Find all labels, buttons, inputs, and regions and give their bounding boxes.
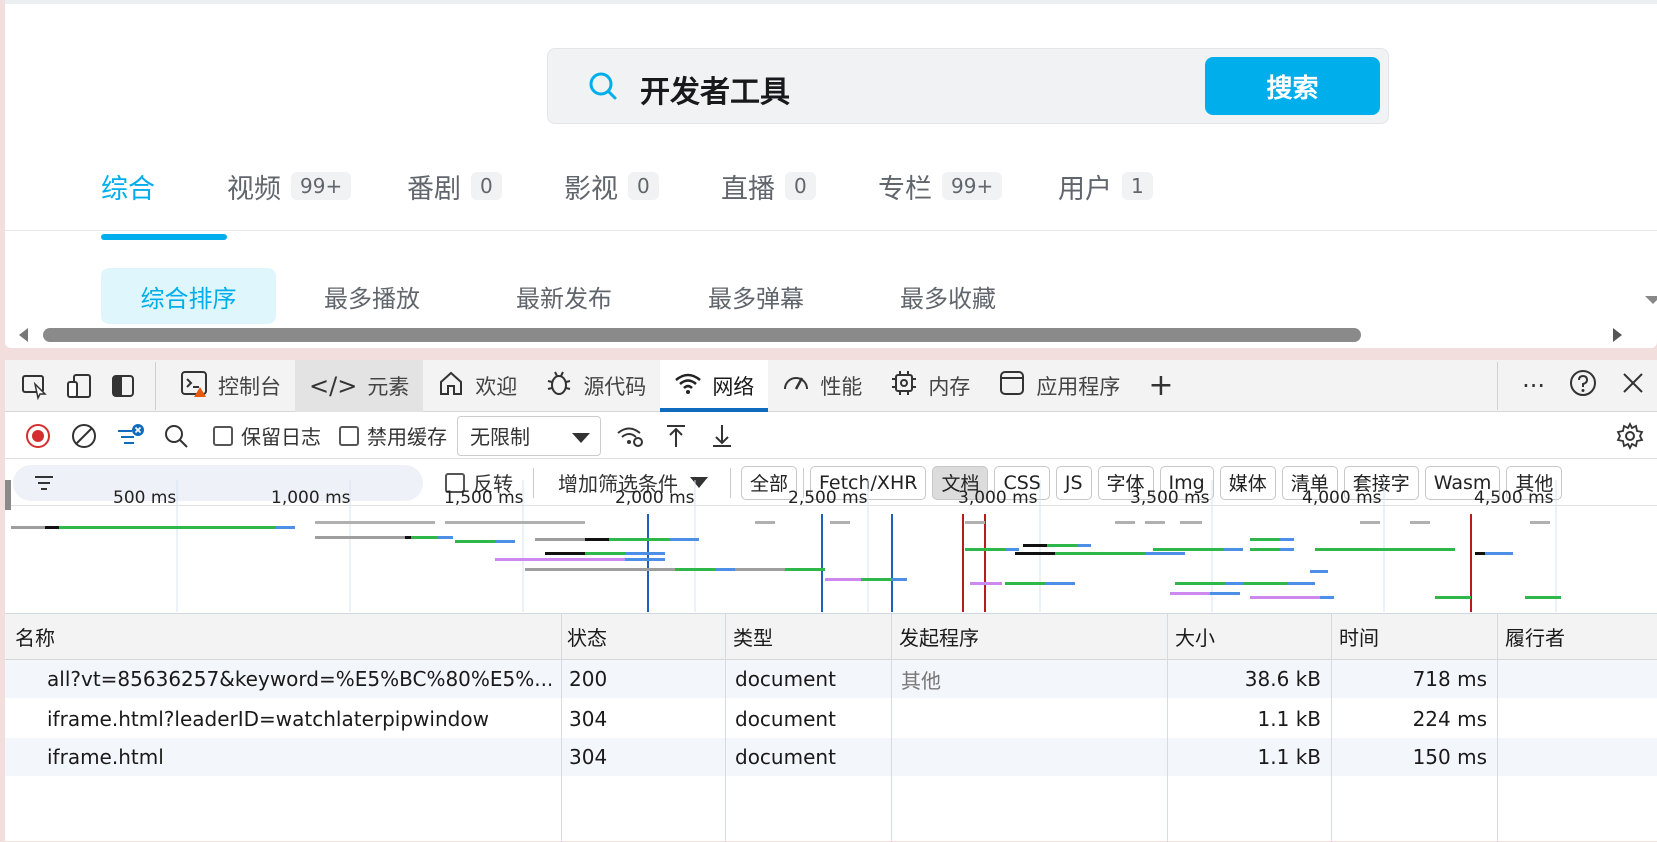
devtools-tabbar: 控制台 </> 元素 欢迎 源代码 网络 性能 内存 应用程序 + ··· <box>5 359 1657 412</box>
tab-live[interactable]: 直播 0 <box>721 166 878 206</box>
tab-separator <box>155 361 156 410</box>
help-icon[interactable] <box>1569 369 1597 403</box>
search-box[interactable]: 开发者工具 搜索 <box>547 48 1389 124</box>
timeline-tick: 2,500 ms <box>788 488 868 508</box>
scroll-right-icon[interactable] <box>1613 328 1622 342</box>
preserve-log-checkbox[interactable]: 保留日志 <box>213 421 321 450</box>
sort-options: 综合排序 最多播放 最新发布 最多弹幕 最多收藏 <box>101 268 1044 324</box>
web-page: 开发者工具 搜索 综合 视频 99+ 番剧 0 影视 0 直播 0 专栏 99+ 用户 1 … <box>5 0 1657 348</box>
tab-count: 99+ <box>291 172 352 200</box>
clear-icon[interactable] <box>61 415 107 457</box>
sort-newest[interactable]: 最新发布 <box>468 268 660 324</box>
home-icon <box>437 369 465 403</box>
throttle-select[interactable]: 无限制 <box>457 415 601 456</box>
plus-icon: + <box>1148 368 1174 403</box>
sort-most-danmaku[interactable]: 最多弹幕 <box>660 268 852 324</box>
timeline-tick: 3,000 ms <box>958 488 1038 508</box>
search-input[interactable]: 开发者工具 <box>640 67 790 111</box>
disable-cache-checkbox[interactable]: 禁用缓存 <box>339 421 447 450</box>
result-tabs: 综合 视频 99+ 番剧 0 影视 0 直播 0 专栏 99+ 用户 1 <box>101 166 1178 240</box>
settings-icon[interactable] <box>1607 415 1653 457</box>
tab-performance[interactable]: 性能 <box>768 360 876 412</box>
tab-count: 0 <box>471 172 502 200</box>
horizontal-scrollbar[interactable] <box>5 324 1657 344</box>
column-size[interactable]: 大小 <box>1169 622 1215 651</box>
column-fulfilled-by[interactable]: 履行者 <box>1499 622 1565 651</box>
table-header: 名称 状态 类型 发起程序 大小 时间 履行者 <box>5 614 1657 660</box>
search-icon <box>589 72 617 100</box>
tab-console[interactable]: 控制台 <box>166 360 295 412</box>
inspect-icon[interactable] <box>13 364 57 408</box>
tab-divider <box>5 230 1657 231</box>
timeline-tick: 1,500 ms <box>444 488 524 508</box>
timeline-tick: 2,000 ms <box>615 488 695 508</box>
top-divider <box>5 0 1657 4</box>
network-toolbar: 保留日志 禁用缓存 无限制 <box>5 413 1657 459</box>
network-request-table: 名称 状态 类型 发起程序 大小 时间 履行者 all?vt=85636257&… <box>5 613 1657 842</box>
column-type[interactable]: 类型 <box>727 622 773 651</box>
close-icon[interactable] <box>1621 371 1645 401</box>
column-time[interactable]: 时间 <box>1333 622 1379 651</box>
tab-user[interactable]: 用户 1 <box>1058 166 1178 206</box>
timeline-tick: 4,000 ms <box>1302 488 1382 508</box>
gauge-icon <box>782 369 810 403</box>
export-har-icon[interactable] <box>699 415 745 457</box>
search-button[interactable]: 搜索 <box>1205 57 1380 115</box>
tab-sources[interactable]: 源代码 <box>531 360 660 412</box>
tab-count: 99+ <box>942 172 1003 200</box>
tab-all[interactable]: 综合 <box>101 166 227 240</box>
column-name[interactable]: 名称 <box>9 622 55 651</box>
dock-icon[interactable] <box>101 364 145 408</box>
device-emulation-icon[interactable] <box>57 364 101 408</box>
sort-most-favorites[interactable]: 最多收藏 <box>852 268 1044 324</box>
tab-video[interactable]: 视频 99+ <box>227 166 407 206</box>
timeline-tick: 4,500 ms <box>1474 488 1554 508</box>
scroll-left-icon[interactable] <box>19 328 28 342</box>
tab-memory[interactable]: 内存 <box>876 360 984 412</box>
console-icon <box>180 369 208 403</box>
tab-bangumi[interactable]: 番剧 0 <box>407 166 564 206</box>
import-har-icon[interactable] <box>653 415 699 457</box>
scrollbar-thumb[interactable] <box>43 328 1361 342</box>
scroll-down-icon[interactable] <box>1645 296 1657 304</box>
timeline-tick: 3,500 ms <box>1130 488 1210 508</box>
filter-clear-icon[interactable] <box>107 415 153 457</box>
code-icon: </> <box>309 371 358 400</box>
network-conditions-icon[interactable] <box>607 415 653 457</box>
timeline-tick: 500 ms <box>113 488 177 508</box>
tab-film[interactable]: 影视 0 <box>564 166 721 206</box>
tab-application[interactable]: 应用程序 <box>984 360 1134 412</box>
column-initiator[interactable]: 发起程序 <box>893 622 979 651</box>
devtools-panel: 控制台 </> 元素 欢迎 源代码 网络 性能 内存 应用程序 + ··· 保留… <box>5 359 1657 842</box>
tab-network[interactable]: 网络 <box>660 359 769 412</box>
tab-elements[interactable]: </> 元素 <box>295 359 424 412</box>
add-tab-button[interactable]: + <box>1134 360 1197 412</box>
sort-most-played[interactable]: 最多播放 <box>276 268 468 324</box>
tab-count: 1 <box>1122 172 1153 200</box>
timeline-tick: 1,000 ms <box>271 488 351 508</box>
table-row[interactable]: iframe.html 304 document 1.1 kB 150 ms <box>5 738 1657 776</box>
tab-count: 0 <box>785 172 816 200</box>
app-icon <box>998 369 1026 403</box>
sort-comprehensive[interactable]: 综合排序 <box>101 268 276 324</box>
tab-count: 0 <box>628 172 659 200</box>
wifi-icon <box>674 369 702 403</box>
network-overview-timeline[interactable]: 500 ms 1,000 ms 1,500 ms 2,000 ms 2,500 … <box>5 480 1657 612</box>
table-row[interactable]: all?vt=85636257&keyword=%E5%BC%80%E5%...… <box>5 660 1657 698</box>
search-icon[interactable] <box>153 415 199 457</box>
bug-icon <box>545 369 573 403</box>
chip-icon <box>890 369 918 403</box>
tab-welcome[interactable]: 欢迎 <box>423 360 531 412</box>
devtools-actions: ··· <box>1497 360 1645 412</box>
column-status[interactable]: 状态 <box>561 622 607 651</box>
table-row[interactable]: iframe.html?leaderID=watchlaterpipwindow… <box>5 700 1657 738</box>
more-icon[interactable]: ··· <box>1522 372 1545 400</box>
record-icon[interactable] <box>15 415 61 457</box>
tab-article[interactable]: 专栏 99+ <box>878 166 1058 206</box>
